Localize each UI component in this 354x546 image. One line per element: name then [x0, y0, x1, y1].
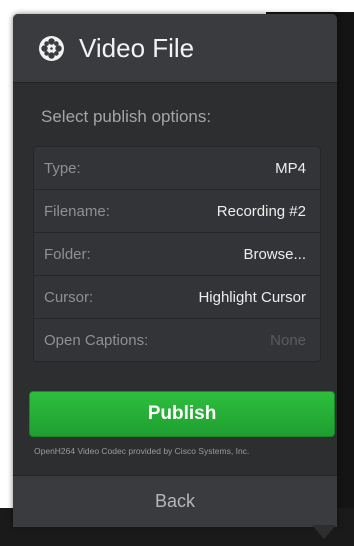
- option-filename[interactable]: Filename: Recording #2: [34, 190, 320, 233]
- option-value: Browse...: [243, 245, 306, 263]
- publish-options-list: Type: MP4 Filename: Recording #2 Folder:…: [33, 146, 321, 362]
- option-value: MP4: [275, 159, 306, 177]
- option-value: Recording #2: [216, 202, 306, 220]
- option-type[interactable]: Type: MP4: [34, 147, 320, 190]
- option-folder[interactable]: Folder: Browse...: [34, 233, 320, 276]
- publish-button[interactable]: Publish: [29, 391, 335, 437]
- option-label: Cursor:: [44, 288, 94, 306]
- option-label: Filename:: [44, 202, 110, 220]
- popover-pointer: [312, 525, 336, 539]
- popover-title: Video File: [79, 32, 195, 63]
- option-label: Type:: [44, 159, 81, 177]
- option-value: None: [270, 331, 306, 349]
- option-open-captions: Open Captions: None: [34, 319, 320, 361]
- options-subtitle: Select publish options:: [41, 107, 212, 126]
- publish-popover: Video File Select publish options: Type:…: [13, 14, 337, 527]
- codec-attribution: OpenH264 Video Codec provided by Cisco S…: [34, 446, 250, 456]
- option-cursor[interactable]: Cursor: Highlight Cursor: [34, 276, 320, 319]
- option-label: Folder:: [44, 245, 91, 263]
- film-reel-icon: [38, 35, 65, 62]
- back-button[interactable]: Back: [13, 475, 337, 527]
- option-label: Open Captions:: [44, 331, 149, 349]
- option-value: Highlight Cursor: [198, 288, 306, 306]
- popover-header: Video File: [13, 14, 337, 83]
